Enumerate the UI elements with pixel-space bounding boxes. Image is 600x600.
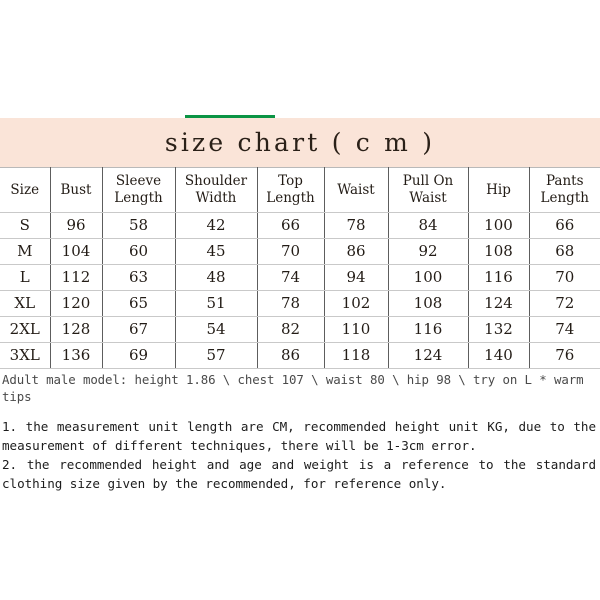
cell-hip: 132 [467,316,530,343]
cell-size: XL [0,290,51,317]
cell-pull-on-waist: 100 [387,264,469,291]
cell-size: S [0,212,51,239]
column-header-top-length-line2: Length [266,190,315,206]
cell-sleeve-length: 60 [101,238,176,265]
cell-top-length: 74 [256,264,325,291]
cell-bust: 112 [49,264,103,291]
cell-pants-length: 74 [528,316,600,343]
cell-pants-length: 72 [528,290,600,317]
column-header-sleeve-length-line1: Sleeve [115,173,162,189]
cell-shoulder-width: 48 [174,264,258,291]
column-header-hip: Hip [467,167,530,213]
column-header-pants-length-line1: Pants [545,173,584,189]
cell-shoulder-width: 45 [174,238,258,265]
cell-shoulder-width: 42 [174,212,258,239]
cell-size: 2XL [0,316,51,343]
cell-shoulder-width: 51 [174,290,258,317]
cell-waist: 102 [323,290,389,317]
cell-top-length: 78 [256,290,325,317]
cell-size: M [0,238,51,265]
column-header-pull-on-waist: Pull On Waist [387,167,469,213]
cell-pants-length: 68 [528,238,600,265]
note-item-2: 2. the recommended height and age and we… [2,457,596,491]
cell-waist: 86 [323,238,389,265]
cell-size: 3XL [0,342,51,369]
table-row: S 96 58 42 66 78 84 100 66 [0,212,600,239]
cell-bust: 120 [49,290,103,317]
title-band: size chart ( c m ) [0,118,600,167]
cell-top-length: 86 [256,342,325,369]
top-spacer [0,0,600,118]
cell-bust: 104 [49,238,103,265]
cell-pull-on-waist: 92 [387,238,469,265]
cell-sleeve-length: 63 [101,264,176,291]
notes-block: 1. the measurement unit length are CM, r… [0,418,600,493]
note-item-1: 1. the measurement unit length are CM, r… [2,419,596,453]
table-row: 2XL 128 67 54 82 110 116 132 74 [0,316,600,343]
cell-hip: 100 [467,212,530,239]
cell-waist: 110 [323,316,389,343]
table-row: M 104 60 45 70 86 92 108 68 [0,238,600,265]
cell-bust: 136 [49,342,103,369]
column-header-bust-line1: Bust [60,181,92,198]
column-header-size: Size [0,167,51,213]
cell-shoulder-width: 57 [174,342,258,369]
column-header-pull-on-waist-line1: Pull On [402,173,454,189]
column-header-shoulder-width-line2: Width [195,190,237,206]
size-chart-page: size chart ( c m ) Size Bust Sleeve Leng… [0,0,600,600]
column-header-sleeve-length-line2: Length [114,190,163,206]
cell-bust: 128 [49,316,103,343]
cell-sleeve-length: 58 [101,212,176,239]
column-header-pants-length-line2: Length [540,190,589,206]
cell-pull-on-waist: 84 [387,212,469,239]
column-header-shoulder-width: Shoulder Width [174,167,258,213]
cell-pants-length: 66 [528,212,600,239]
column-header-shoulder-width-line1: Shoulder [184,173,248,189]
column-header-waist: Waist [323,167,389,213]
cell-pull-on-waist: 108 [387,290,469,317]
cell-size: L [0,264,51,291]
column-header-hip-line1: Hip [486,181,511,198]
cell-pull-on-waist: 116 [387,316,469,343]
cell-bust: 96 [49,212,103,239]
cell-hip: 108 [467,238,530,265]
table-row: L 112 63 48 74 94 100 116 70 [0,264,600,291]
page-title: size chart ( c m ) [164,128,436,157]
cell-top-length: 82 [256,316,325,343]
table-header-row: Size Bust Sleeve Length Shoulder Width T… [0,167,600,213]
column-header-bust: Bust [49,167,103,213]
model-measurements-note: Adult male model: height 1.86 \ chest 10… [2,372,591,404]
cell-top-length: 66 [256,212,325,239]
cell-top-length: 70 [256,238,325,265]
cell-pants-length: 70 [528,264,600,291]
cell-waist: 118 [323,342,389,369]
column-header-size-line1: Size [10,181,40,198]
cell-pull-on-waist: 124 [387,342,469,369]
cell-waist: 78 [323,212,389,239]
cell-sleeve-length: 69 [101,342,176,369]
cell-hip: 140 [467,342,530,369]
column-header-top-length-line1: Top [278,173,303,189]
column-header-sleeve-length: Sleeve Length [101,167,176,213]
size-chart-table: Size Bust Sleeve Length Shoulder Width T… [0,167,600,369]
cell-pants-length: 76 [528,342,600,369]
cell-waist: 94 [323,264,389,291]
cell-hip: 124 [467,290,530,317]
column-header-waist-line1: Waist [337,181,375,198]
column-header-pants-length: Pants Length [528,167,600,213]
column-header-pull-on-waist-line2: Waist [409,190,447,206]
cell-sleeve-length: 65 [101,290,176,317]
cell-sleeve-length: 67 [101,316,176,343]
cell-hip: 116 [467,264,530,291]
table-row: XL 120 65 51 78 102 108 124 72 [0,290,600,317]
column-header-top-length: Top Length [256,167,325,213]
green-accent-rule [185,115,275,118]
cell-shoulder-width: 54 [174,316,258,343]
table-row: 3XL 136 69 57 86 118 124 140 76 [0,342,600,369]
